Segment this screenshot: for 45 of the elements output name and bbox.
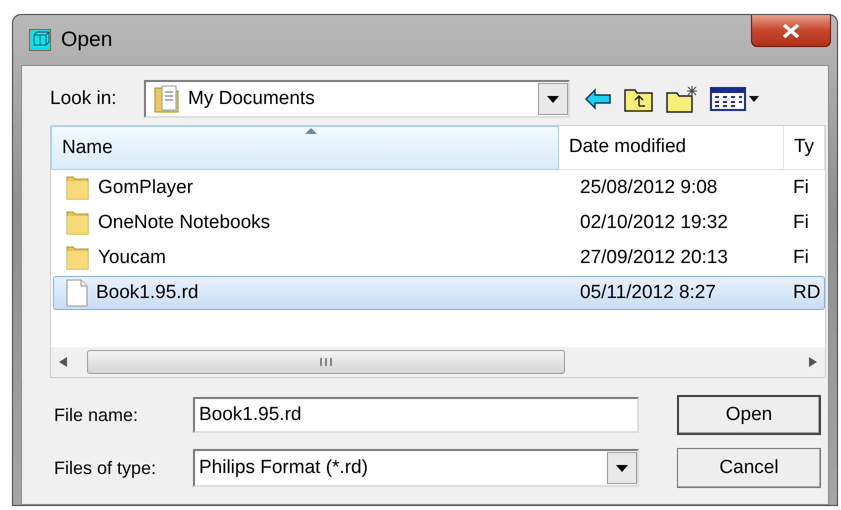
file-row[interactable]: OneNote Notebooks 02/10/2012 19:32 Fi bbox=[53, 206, 825, 240]
documents-folder-icon bbox=[154, 84, 180, 114]
cancel-button[interactable]: Cancel bbox=[677, 448, 821, 488]
dropdown-arrow-icon bbox=[547, 96, 559, 102]
file-type-label: Files of type: bbox=[53, 456, 158, 480]
scroll-left-icon bbox=[59, 357, 67, 367]
type-cell-text: Fi bbox=[792, 176, 809, 200]
horizontal-scrollbar[interactable] bbox=[51, 347, 825, 377]
file-name: Youcam bbox=[98, 246, 166, 270]
open-button[interactable]: Open bbox=[677, 395, 821, 435]
scroll-thumb[interactable] bbox=[87, 350, 565, 374]
window-icon bbox=[29, 29, 51, 51]
date-modified: 02/10/2012 19:32 bbox=[579, 210, 729, 235]
close-button[interactable] bbox=[751, 15, 831, 47]
window-title: Open bbox=[61, 27, 112, 54]
file-icon bbox=[66, 279, 88, 307]
file-name: GomPlayer bbox=[98, 176, 194, 200]
folder-icon bbox=[66, 210, 90, 236]
file-row[interactable]: Book1.95.rd 05/11/2012 8:27 RD bbox=[53, 276, 825, 310]
look-in-value: My Documents bbox=[188, 86, 315, 111]
file-name-field[interactable]: Book1.95.rd bbox=[193, 397, 639, 433]
file-name: OneNote Notebooks bbox=[98, 210, 270, 235]
folder-icon bbox=[66, 245, 90, 271]
file-name: Book1.95.rd bbox=[96, 280, 198, 305]
type-cell-text: Fi bbox=[792, 210, 809, 235]
scroll-right-icon bbox=[809, 357, 817, 367]
close-icon bbox=[782, 24, 800, 38]
date-modified: 25/08/2012 9:08 bbox=[579, 176, 718, 200]
file-type-value: Philips Format (*.rd) bbox=[199, 456, 368, 480]
folder-icon bbox=[66, 175, 90, 201]
dropdown-arrow-icon bbox=[616, 464, 628, 472]
column-header[interactable]: Date modified bbox=[558, 126, 784, 170]
column-header[interactable]: Ty bbox=[784, 126, 825, 170]
file-name-label: File name: bbox=[53, 404, 140, 426]
look-in-dropdown[interactable]: My Documents bbox=[144, 80, 570, 118]
file-type-dropdown[interactable]: Philips Format (*.rd) bbox=[193, 449, 639, 487]
file-row[interactable]: Youcam 27/09/2012 20:13 Fi bbox=[53, 241, 825, 275]
look-in-label: Look in: bbox=[50, 86, 118, 111]
type-cell-text: RD bbox=[792, 280, 820, 305]
date-modified: 05/11/2012 8:27 bbox=[579, 280, 717, 305]
column-header[interactable]: Name bbox=[51, 126, 559, 170]
type-cell-text: Fi bbox=[792, 246, 809, 270]
file-row[interactable]: GomPlayer 25/08/2012 9:08 Fi bbox=[53, 171, 825, 205]
date-modified: 27/09/2012 20:13 bbox=[579, 246, 729, 270]
sort-caret-icon bbox=[304, 128, 317, 134]
